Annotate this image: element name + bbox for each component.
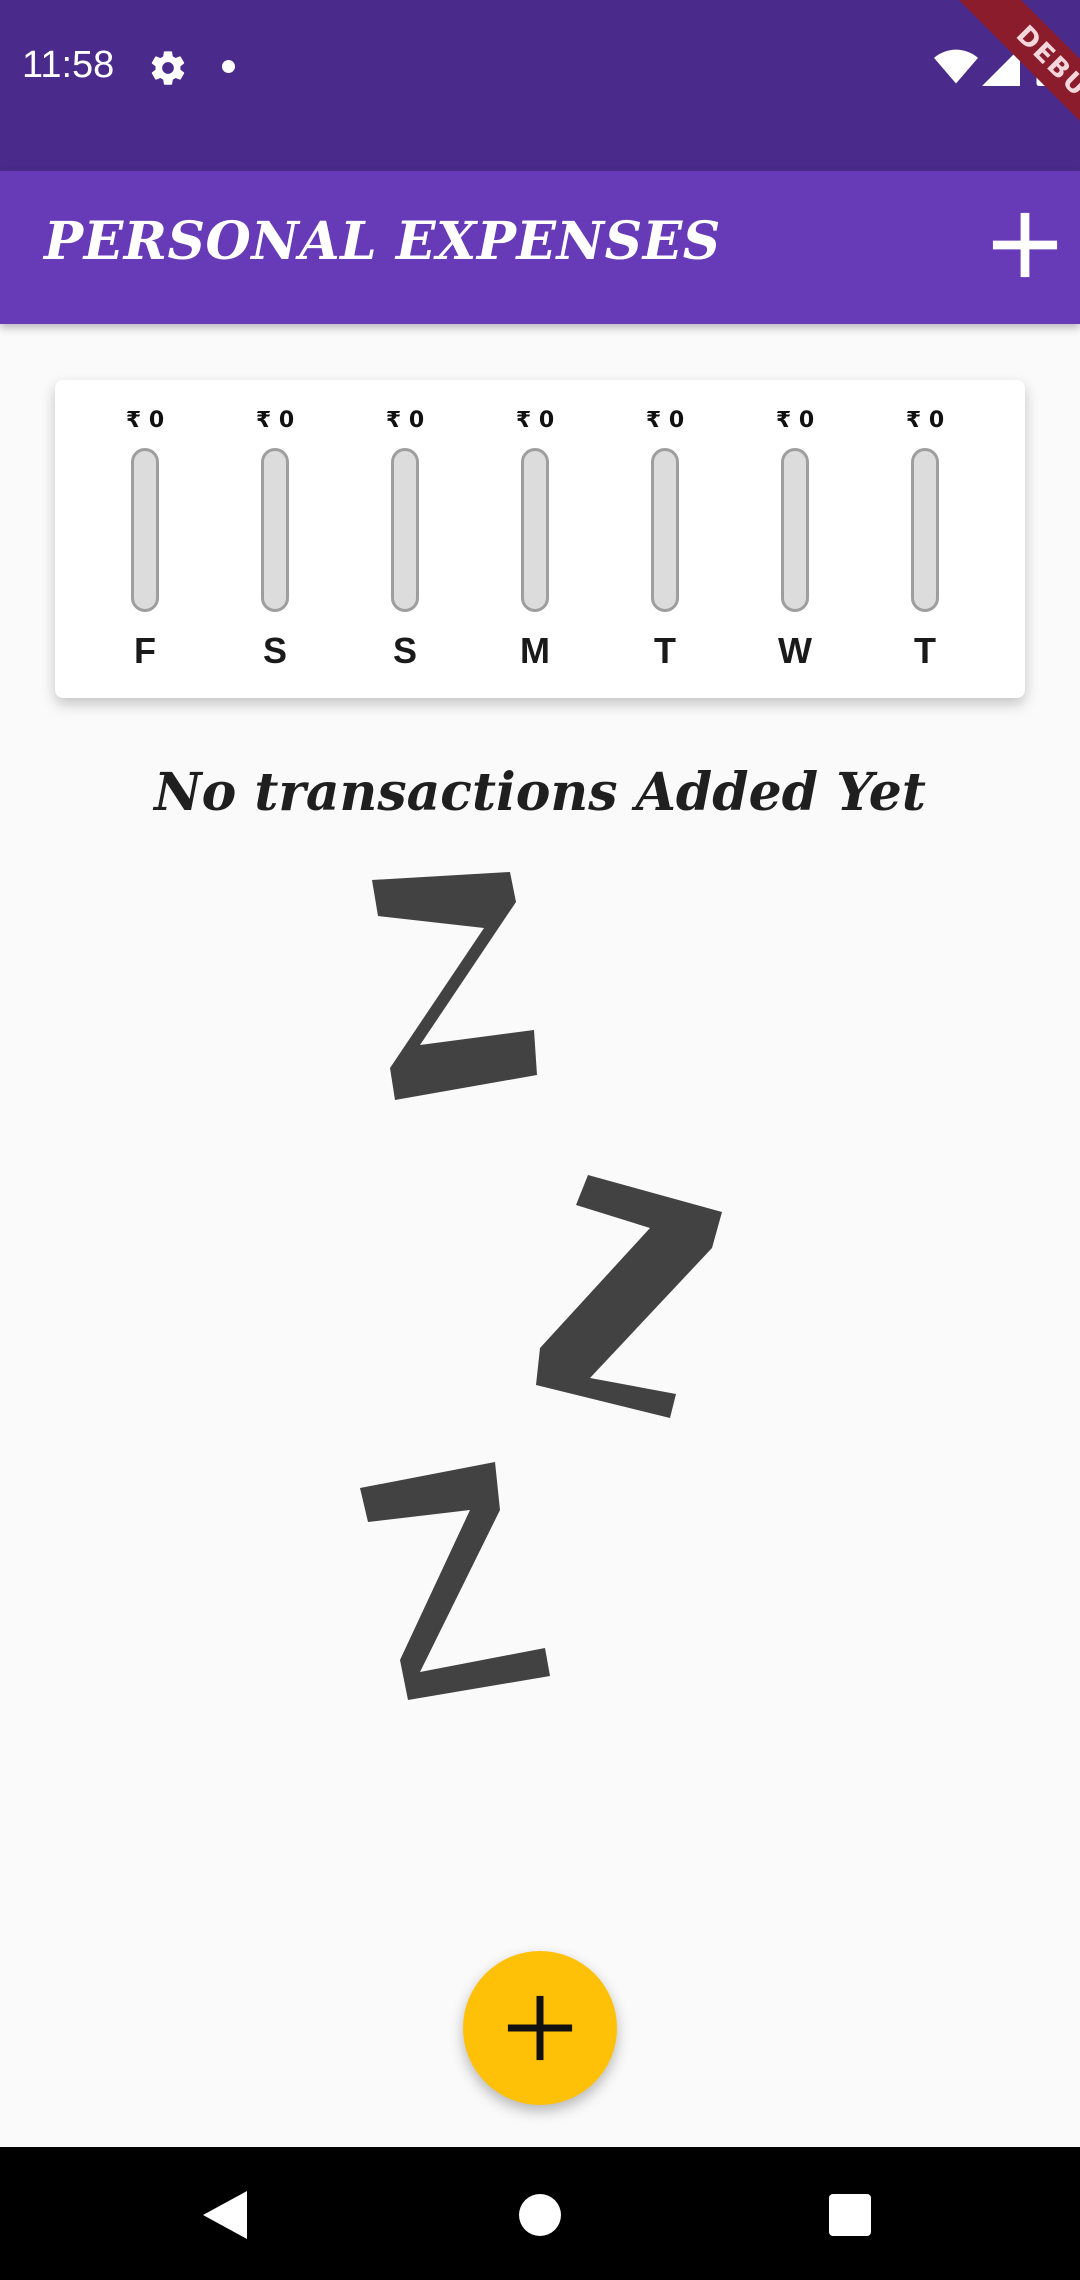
notification-dot-icon [222,60,235,73]
gear-icon [151,51,185,85]
navigation-bar [0,2147,1080,2280]
zzz-sleep-icon [360,872,722,1700]
chart-bar-column: ₹ 0 W [740,380,850,698]
bar-day-label: S [392,630,417,671]
bar-amount-label: ₹ 0 [255,408,295,433]
chart-bar-column: ₹ 0 M [480,380,590,698]
bar-amount-label: ₹ 0 [515,408,555,433]
chart-bar-column: ₹ 0 T [610,380,720,698]
add-transaction-fab[interactable] [463,1951,617,2105]
chart-bar-column: ₹ 0 T [870,380,980,698]
bar-day-label: T [654,630,676,671]
plus-icon [507,1995,573,2061]
bar-day-label: S [262,630,287,671]
debug-banner: DEBUG [920,0,1080,160]
screen: 11:58 DEBUG PERSONAL EXPENSES ₹ 0 F ₹ 0 S ₹ … [0,0,1080,2280]
bar-track [261,448,289,612]
chart-bar-column: ₹ 0 S [220,380,330,698]
recents-icon[interactable] [829,2194,871,2236]
weekly-chart-card: ₹ 0 F ₹ 0 S ₹ 0 S ₹ 0 M ₹ 0 T ₹ 0 W ₹ 0 T [55,380,1025,698]
app-bar: PERSONAL EXPENSES [0,171,1080,324]
bar-day-label: W [778,630,812,671]
chart-bar-column: ₹ 0 F [90,380,200,698]
empty-state-message: No transactions Added Yet [154,762,926,823]
bar-amount-label: ₹ 0 [385,408,425,433]
bar-track [911,448,939,612]
home-icon[interactable] [519,2194,561,2236]
bar-track [521,448,549,612]
bar-track [781,448,809,612]
bar-track [651,448,679,612]
back-icon[interactable] [203,2191,247,2239]
bar-day-label: F [134,630,156,671]
bar-track [131,448,159,612]
status-time: 11:58 [22,44,115,86]
bar-amount-label: ₹ 0 [775,408,815,433]
bar-amount-label: ₹ 0 [905,408,945,433]
bar-day-label: M [520,630,550,671]
bar-amount-label: ₹ 0 [645,408,685,433]
debug-label: DEBUG [952,0,1080,160]
bar-track [391,448,419,612]
chart-bar-column: ₹ 0 S [350,380,460,698]
add-transaction-button[interactable] [990,210,1060,280]
bar-amount-label: ₹ 0 [125,408,165,433]
status-bar: 11:58 DEBUG [0,0,1080,171]
bar-day-label: T [914,630,936,671]
page-title: PERSONAL EXPENSES [44,211,721,272]
